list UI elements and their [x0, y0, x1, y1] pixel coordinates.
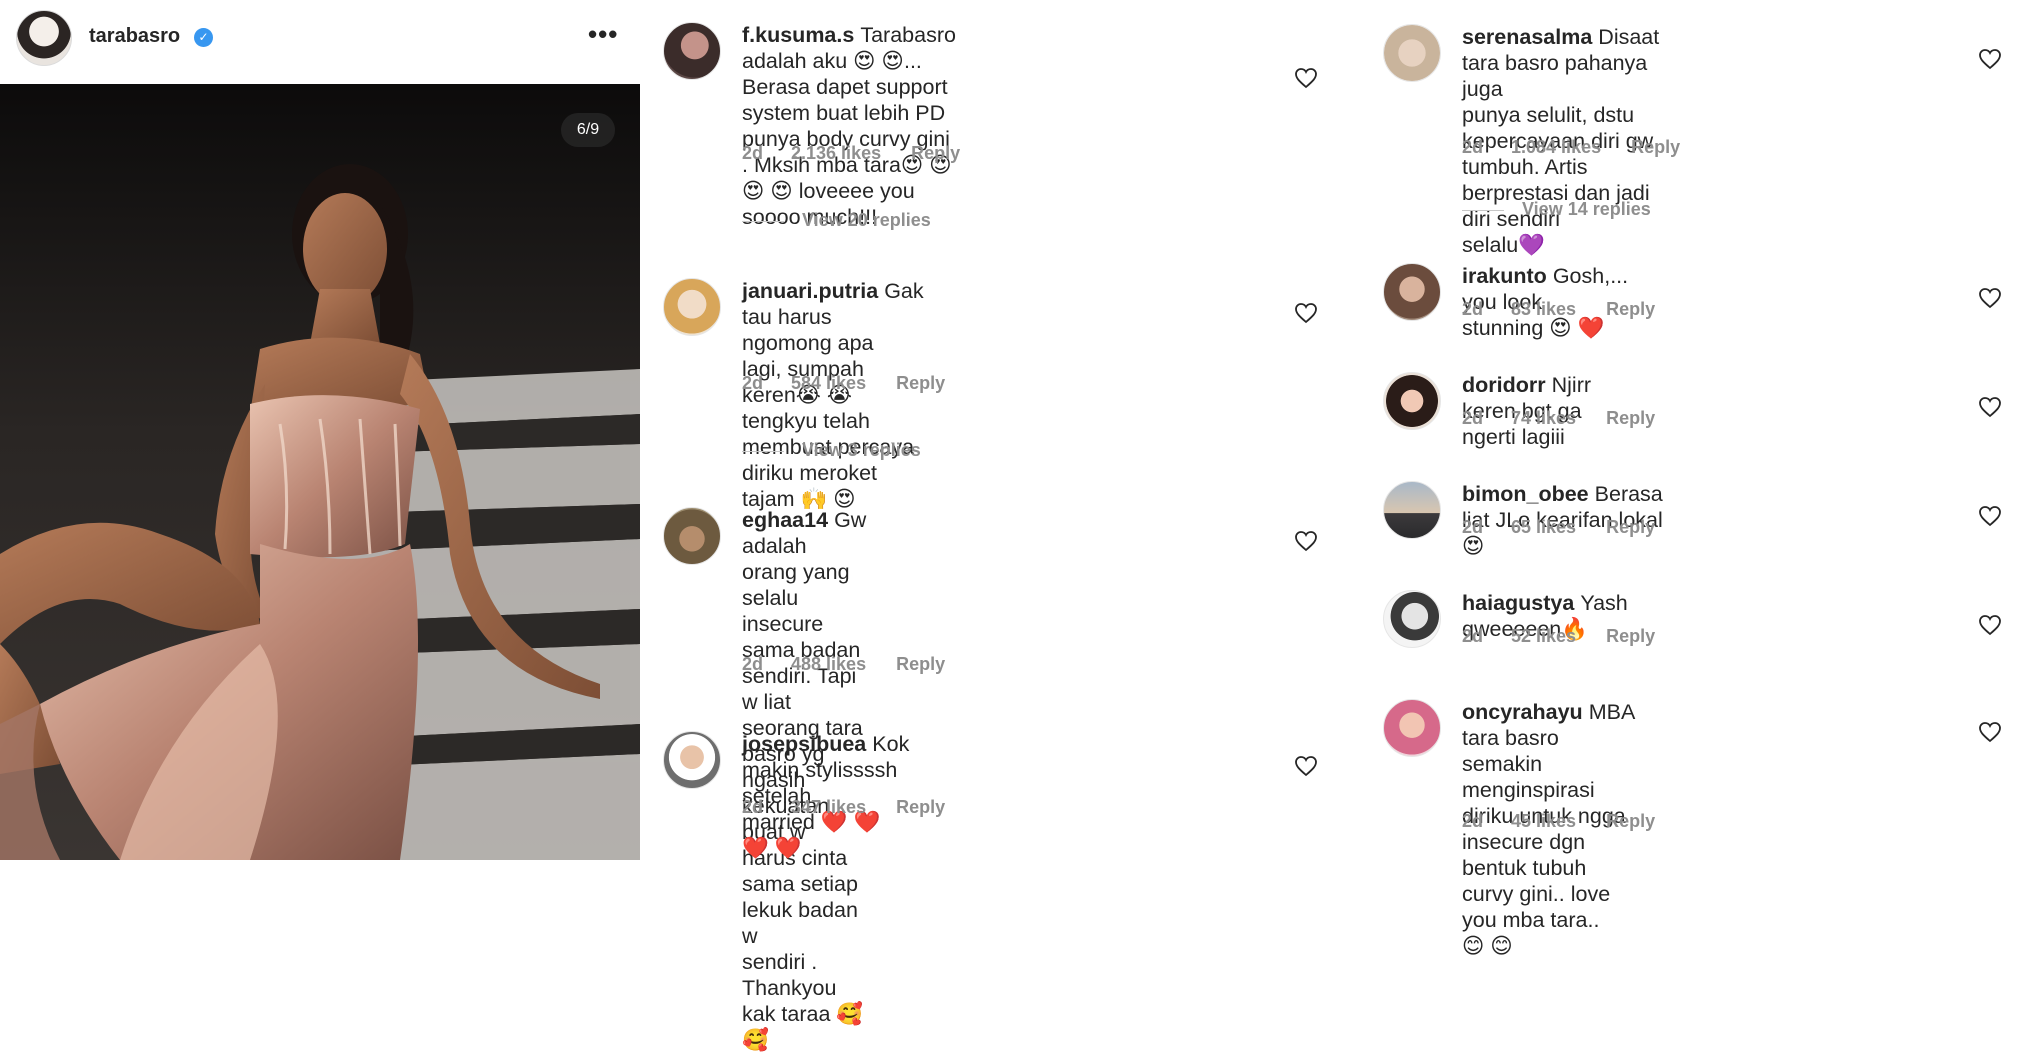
user-avatar-icon[interactable] [1383, 481, 1441, 539]
comment-meta: 2d 83 likes Reply [1462, 299, 1655, 320]
comment-time: 2d [1462, 137, 1484, 157]
comment-time: 2d [742, 654, 764, 674]
comment-line: sendiri . Thankyou kak taraa 🥰 🥰 [742, 950, 864, 1052]
user-avatar-icon[interactable] [663, 507, 721, 565]
reply-button[interactable]: Reply [1606, 408, 1655, 429]
comment-time: 2d [1462, 811, 1484, 831]
like-heart-icon[interactable] [1294, 67, 1318, 89]
comment-time: 2d [1462, 299, 1484, 319]
user-avatar-icon[interactable] [1383, 699, 1441, 757]
view-replies-label: View 14 replies [1522, 199, 1651, 219]
like-heart-icon[interactable] [1294, 755, 1318, 777]
user-avatar-icon[interactable] [663, 278, 721, 336]
comment-username[interactable]: irakunto [1462, 264, 1547, 288]
likes-count[interactable]: 1.084 likes [1511, 137, 1601, 158]
comment-line: harus cinta sama setiap lekuk badan w [742, 846, 858, 948]
like-heart-icon[interactable] [1978, 287, 2002, 309]
like-heart-icon[interactable] [1978, 505, 2002, 527]
likes-count[interactable]: 2.136 likes [791, 143, 881, 164]
comment-text: josepsibuea Kok makin stylissssh setelah … [742, 731, 909, 861]
comment-meta: 2d 52 likes Reply [1462, 626, 1655, 647]
likes-count[interactable]: 74 likes [1511, 408, 1576, 429]
user-avatar-icon[interactable] [1383, 263, 1441, 321]
comment-username[interactable]: januari.putria [742, 279, 878, 303]
profile-avatar[interactable] [16, 10, 72, 66]
user-avatar-icon[interactable] [663, 22, 721, 80]
replies-divider [742, 220, 784, 222]
view-replies-button[interactable]: View 3 replies [742, 440, 921, 461]
view-replies-button[interactable]: View 14 replies [1462, 199, 1651, 220]
reply-button[interactable]: Reply [1606, 299, 1655, 320]
comment-username[interactable]: serenasalma [1462, 25, 1592, 49]
like-heart-icon[interactable] [1978, 614, 2002, 636]
comment-time: 2d [1462, 517, 1484, 537]
comment-text: januari.putria Gak tau harus ngomong apa … [742, 278, 924, 512]
likes-count[interactable]: 65 likes [1511, 517, 1576, 538]
like-heart-icon[interactable] [1978, 48, 2002, 70]
comment-time: 2d [742, 143, 764, 163]
likes-count[interactable]: 52 likes [1511, 626, 1576, 647]
comment-meta: 2d 584 likes Reply [742, 373, 945, 394]
post-photo-illustration [0, 84, 640, 860]
comment-meta: 2d 1.084 likes Reply [1462, 137, 1680, 158]
comment-time: 2d [1462, 408, 1484, 428]
post-header: tarabasro ✓ ••• [0, 0, 640, 84]
replies-divider [742, 450, 784, 452]
reply-button[interactable]: Reply [896, 373, 945, 394]
comment-time: 2d [742, 797, 764, 817]
comment-meta: 2d 2.136 likes Reply [742, 143, 960, 164]
comment-username[interactable]: f.kusuma.s [742, 23, 854, 47]
comment-username[interactable]: oncyrahayu [1462, 700, 1583, 724]
image-counter: 6/9 [561, 113, 615, 147]
view-replies-label: View 3 replies [802, 440, 921, 460]
comment-username[interactable]: eghaa14 [742, 508, 828, 532]
comment-line: Berasa dapet support system buat lebih P… [742, 75, 948, 125]
post-image[interactable] [0, 84, 640, 860]
more-options-button[interactable]: ••• [588, 21, 618, 47]
comment-username[interactable]: josepsibuea [742, 732, 866, 756]
comment-username[interactable]: doridorr [1462, 373, 1546, 397]
reply-button[interactable]: Reply [911, 143, 960, 164]
likes-count[interactable]: 584 likes [791, 373, 866, 394]
comment-meta: 2d 74 likes Reply [1462, 408, 1655, 429]
verified-badge-icon: ✓ [194, 28, 213, 47]
reply-button[interactable]: Reply [896, 654, 945, 675]
comment-line: 😊 😊 [1462, 934, 1513, 958]
user-avatar-icon[interactable] [663, 731, 721, 789]
comment-meta: 2d 488 likes Reply [742, 654, 945, 675]
view-replies-label: View 20 replies [802, 210, 931, 230]
comment-line: lagi, sumpah keren😭 😭 tengkyu telah [742, 357, 870, 433]
likes-count[interactable]: 83 likes [1511, 299, 1576, 320]
like-heart-icon[interactable] [1294, 302, 1318, 324]
likes-count[interactable]: 488 likes [791, 654, 866, 675]
like-heart-icon[interactable] [1294, 530, 1318, 552]
view-replies-button[interactable]: View 20 replies [742, 210, 931, 231]
comment-text: f.kusuma.s Tarabasro adalah aku 😍 😍... Be… [742, 22, 956, 230]
comment-time: 2d [1462, 626, 1484, 646]
likes-count[interactable]: 347 likes [791, 797, 866, 818]
comment-username[interactable]: bimon_obee [1462, 482, 1589, 506]
comment-meta: 2d 65 likes Reply [1462, 517, 1655, 538]
comment-line: bentuk tubuh curvy gini.. love you mba t… [1462, 856, 1611, 932]
like-heart-icon[interactable] [1978, 396, 2002, 418]
reply-button[interactable]: Reply [1606, 626, 1655, 647]
user-avatar-icon[interactable] [1383, 590, 1441, 648]
reply-button[interactable]: Reply [896, 797, 945, 818]
comment-username[interactable]: haiagustya [1462, 591, 1574, 615]
user-avatar-icon[interactable] [1383, 24, 1441, 82]
like-heart-icon[interactable] [1978, 721, 2002, 743]
comment-time: 2d [742, 373, 764, 393]
reply-button[interactable]: Reply [1606, 811, 1655, 832]
replies-divider [1462, 209, 1504, 211]
comment-meta: 2d 45 likes Reply [1462, 811, 1655, 832]
comment-meta: 2d 347 likes Reply [742, 797, 945, 818]
likes-count[interactable]: 45 likes [1511, 811, 1576, 832]
user-avatar-icon[interactable] [1383, 372, 1441, 430]
reply-button[interactable]: Reply [1606, 517, 1655, 538]
post-username[interactable]: tarabasro [89, 25, 180, 48]
reply-button[interactable]: Reply [1631, 137, 1680, 158]
comment-line: selalu💜 [1462, 233, 1545, 257]
